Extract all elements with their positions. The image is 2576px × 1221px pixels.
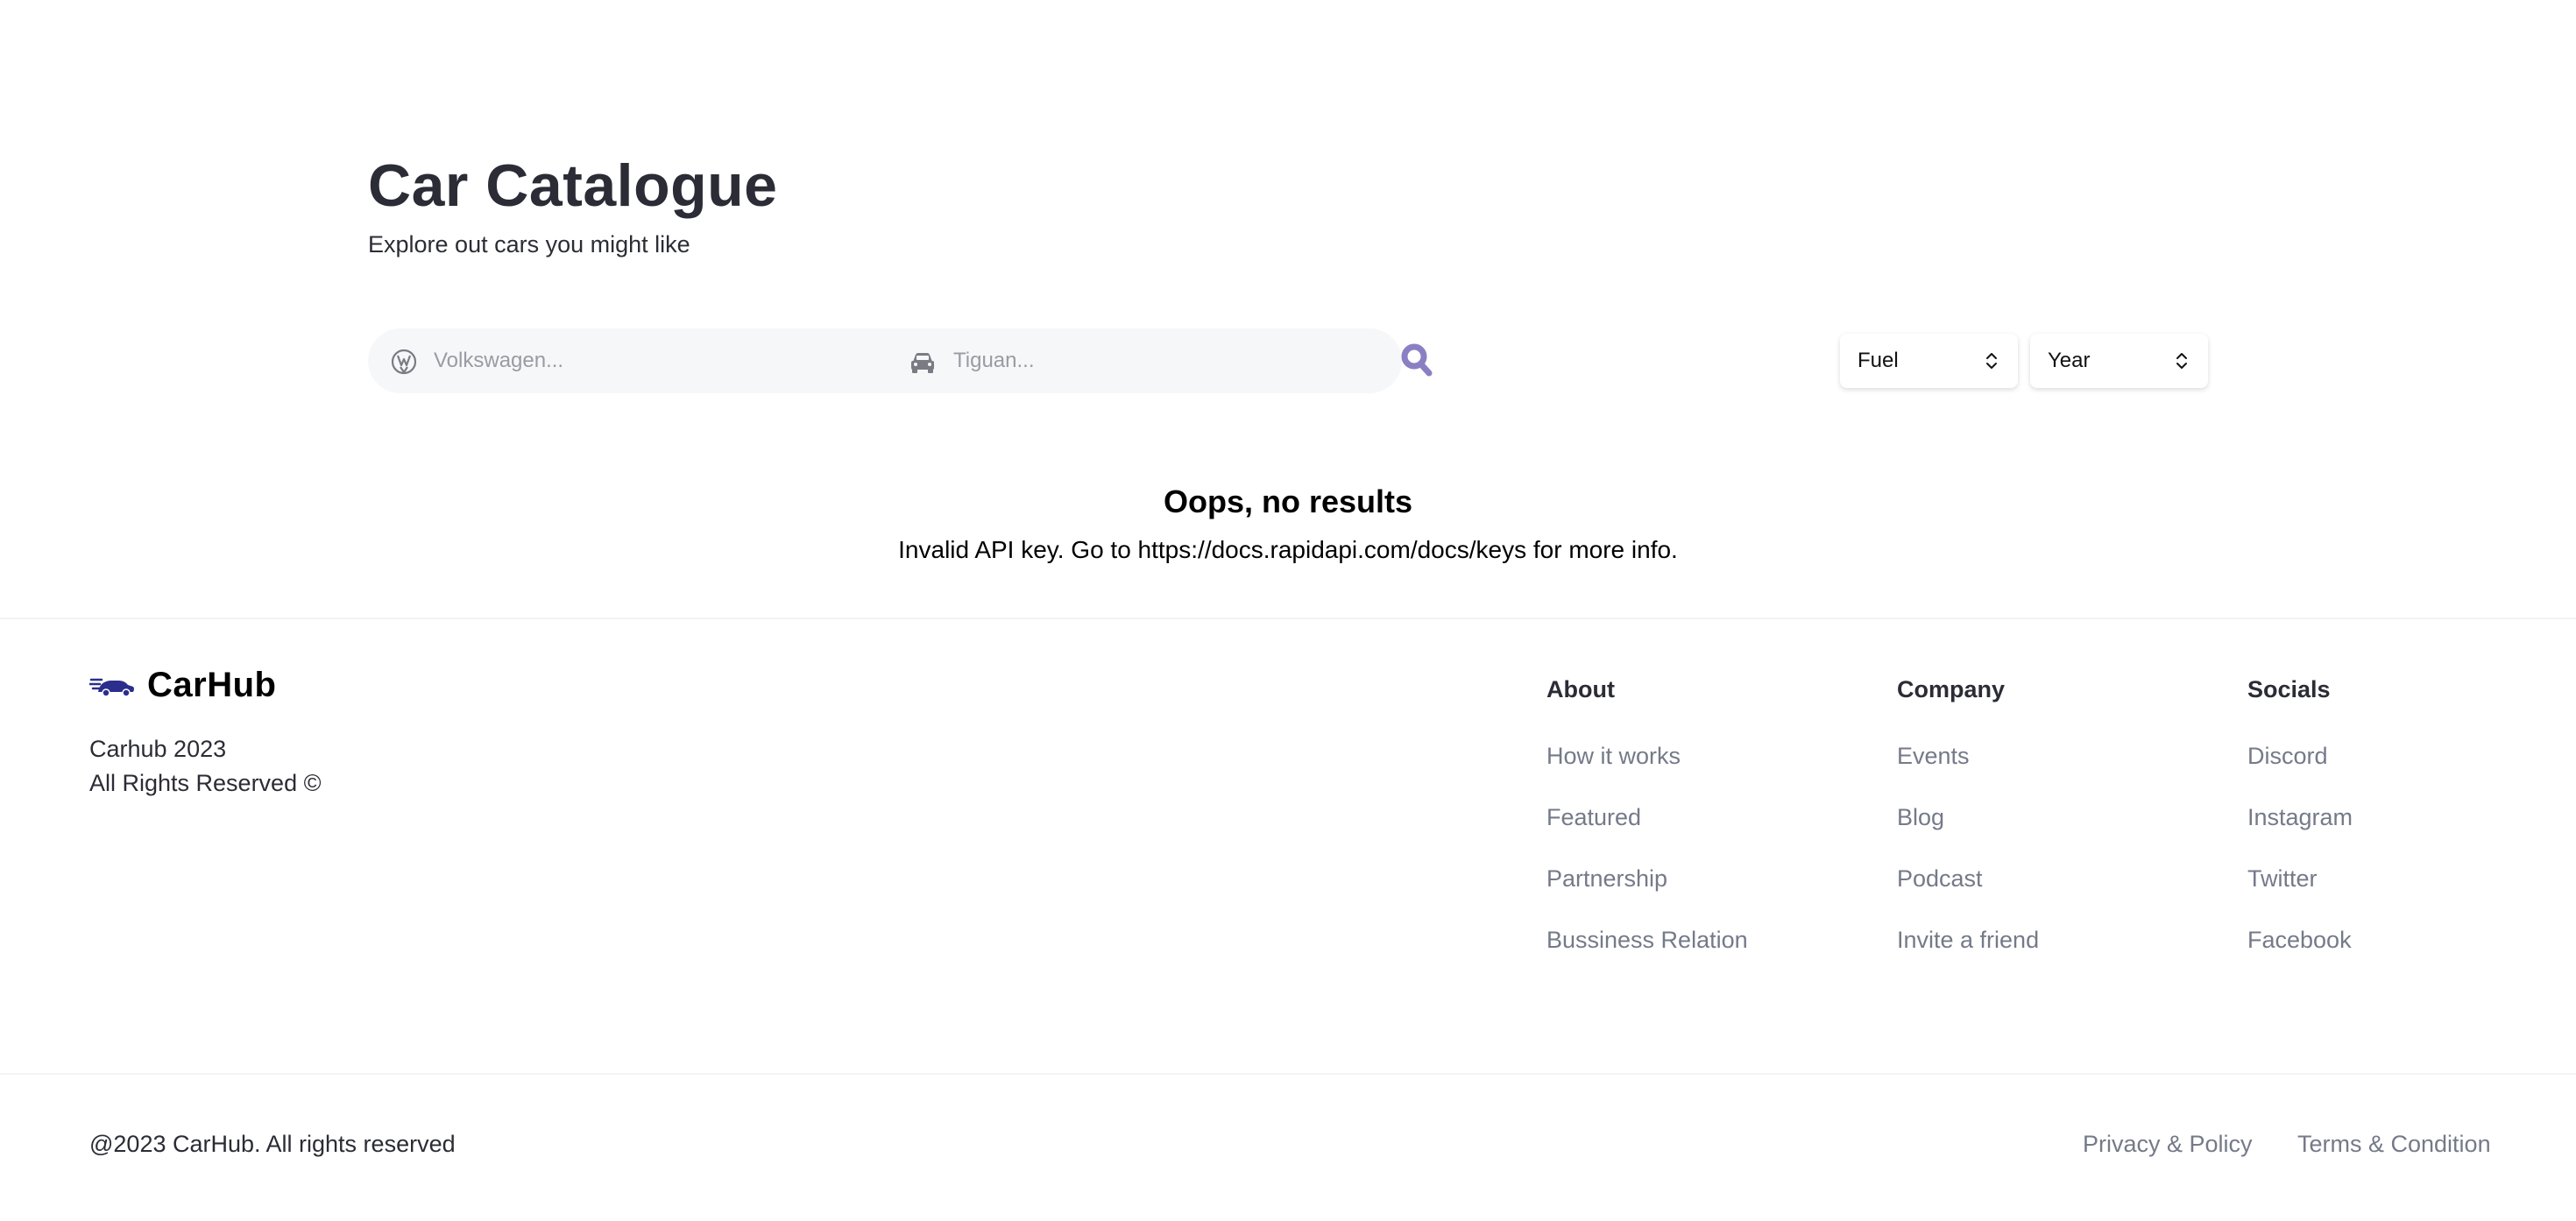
- footer-column-about: About How it works Featured Partnership …: [1546, 676, 1748, 958]
- footer-link-instagram[interactable]: Instagram: [2247, 804, 2353, 836]
- magnifying-glass-icon: [1401, 343, 1433, 377]
- footer-link-blog[interactable]: Blog: [1897, 804, 2039, 836]
- footer-column-title: Company: [1897, 676, 2006, 702]
- footer-link-facebook[interactable]: Facebook: [2247, 927, 2353, 958]
- manufacturer-search-input[interactable]: [434, 343, 854, 378]
- footer-column-socials: Socials Discord Instagram Twitter Facebo…: [2247, 676, 2353, 958]
- year-filter-select[interactable]: Year: [2030, 334, 2208, 388]
- footer-link-events[interactable]: Events: [1897, 743, 2039, 774]
- chevron-up-down-icon: [1986, 353, 1997, 369]
- search-submit-button[interactable]: [1399, 342, 1434, 378]
- car-icon: [911, 353, 934, 373]
- chevron-up-down-icon: [2176, 353, 2187, 369]
- footer-column-company: Company Events Blog Podcast Invite a fri…: [1897, 676, 2039, 958]
- footer-bottom-divider: [0, 1073, 2576, 1075]
- year-filter-label: Year: [2048, 349, 2091, 372]
- model-search-input[interactable]: [953, 343, 1374, 378]
- terms-condition-link[interactable]: Terms & Condition: [2297, 1131, 2491, 1158]
- footer-link-featured[interactable]: Featured: [1546, 804, 1748, 836]
- empty-state-message: Invalid API key. Go to https://docs.rapi…: [898, 536, 1678, 563]
- footer-bottom-copyright: @2023 CarHub. All rights reserved: [89, 1131, 456, 1157]
- footer-link-partnership[interactable]: Partnership: [1546, 865, 1748, 897]
- page-subtitle: Explore out cars you might like: [368, 231, 690, 258]
- footer-column-title: About: [1546, 676, 1615, 702]
- footer-copyright-year: Carhub 2023: [89, 736, 227, 762]
- fuel-filter-select[interactable]: Fuel: [1840, 334, 2018, 388]
- footer-link-discord[interactable]: Discord: [2247, 743, 2353, 774]
- page-title: Car Catalogue: [368, 152, 778, 219]
- logo-wordmark: CarHub: [147, 666, 277, 704]
- footer-link-podcast[interactable]: Podcast: [1897, 865, 2039, 897]
- footer-link-how-it-works[interactable]: How it works: [1546, 743, 1748, 774]
- privacy-policy-link[interactable]: Privacy & Policy: [2083, 1131, 2253, 1158]
- footer-link-business-relation[interactable]: Bussiness Relation: [1546, 927, 1748, 958]
- footer-column-title: Socials: [2247, 676, 2331, 702]
- footer-rights: All Rights Reserved ©: [89, 770, 322, 796]
- carhub-logo-icon: [89, 678, 134, 697]
- footer-divider: [0, 618, 2576, 619]
- volkswagen-logo-icon: [391, 349, 417, 375]
- fuel-filter-label: Fuel: [1858, 349, 1899, 372]
- empty-state-title: Oops, no results: [1163, 483, 1413, 519]
- hero-section: Car Catalogue Explore out cars you might…: [368, 149, 778, 258]
- footer-link-invite-friend[interactable]: Invite a friend: [1897, 927, 2039, 958]
- footer-link-twitter[interactable]: Twitter: [2247, 865, 2353, 897]
- footer-logo[interactable]: CarHub: [89, 666, 276, 705]
